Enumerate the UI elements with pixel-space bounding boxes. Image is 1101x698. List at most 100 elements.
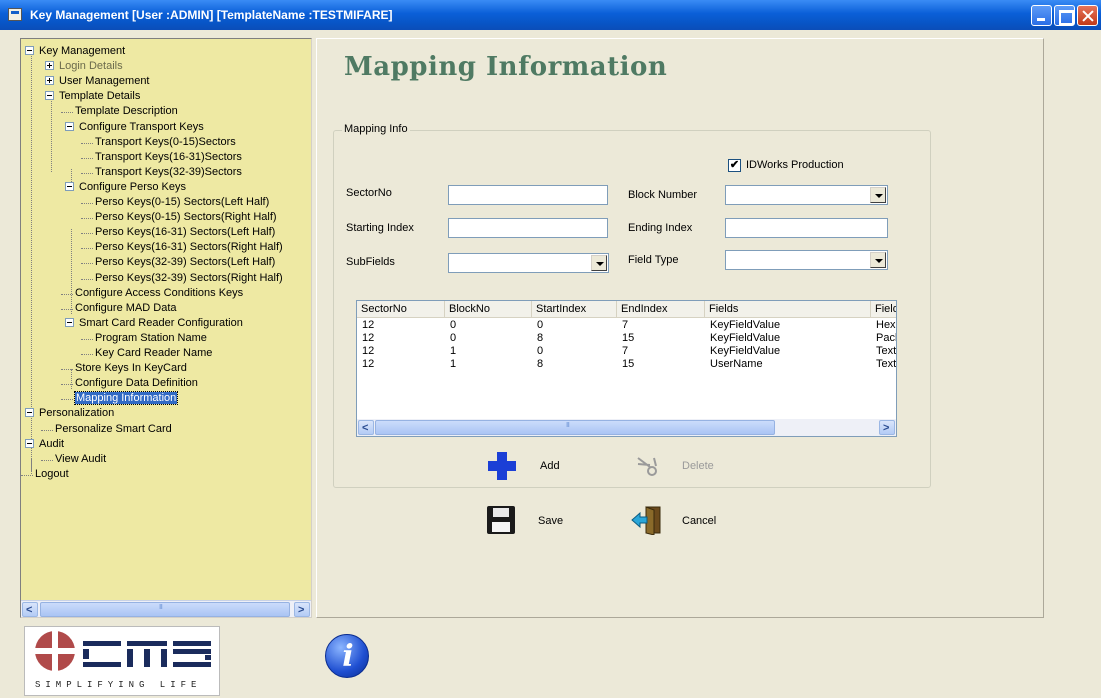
table-header: SectorNo BlockNo StartIndex EndIndex Fie… <box>357 301 896 318</box>
maximize-button[interactable] <box>1054 5 1075 26</box>
scroll-left-button[interactable]: < <box>358 420 374 435</box>
scroll-thumb[interactable] <box>40 602 290 617</box>
table-cell: Text <box>876 345 897 357</box>
tree-item[interactable]: Perso Keys(16-31) Sectors(Right Half) <box>95 240 283 255</box>
add-icon[interactable] <box>488 452 516 480</box>
collapse-minus-icon[interactable] <box>25 438 34 448</box>
tree-item[interactable]: Mapping Information <box>73 391 179 406</box>
column-header-startindex[interactable]: StartIndex <box>532 301 617 318</box>
tree-item[interactable]: Transport Keys(16-31)Sectors <box>95 150 242 165</box>
tree-item-label: Template Details <box>59 90 141 103</box>
tree-item[interactable]: Login Details <box>45 59 123 74</box>
column-header-blockno[interactable]: BlockNo <box>445 301 532 318</box>
tree-item[interactable]: Perso Keys(32-39) Sectors(Right Half) <box>95 271 283 286</box>
scroll-left-button[interactable]: < <box>22 602 38 617</box>
table-cell: 7 <box>622 319 629 331</box>
info-icon[interactable]: i <box>325 634 369 678</box>
navigation-tree[interactable]: Key Management Login Details User Manageme… <box>20 38 312 618</box>
cancel-button[interactable]: Cancel <box>682 515 716 527</box>
tree-item[interactable]: Logout <box>35 467 69 482</box>
table-row[interactable]: 12 1 0 7 KeyFieldValue Text <box>357 345 897 358</box>
cms-logo-mark <box>35 631 211 671</box>
idworks-production-label: IDWorks Production <box>746 159 844 171</box>
tree-item[interactable]: Store Keys In KeyCard <box>75 361 187 376</box>
tree-item[interactable]: View Audit <box>55 452 106 467</box>
column-header-endindex[interactable]: EndIndex <box>617 301 705 318</box>
table-horizontal-scrollbar[interactable]: < > <box>357 419 896 436</box>
collapse-minus-icon[interactable] <box>25 408 34 418</box>
tree-item[interactable]: Key Card Reader Name <box>95 346 212 361</box>
table-cell: KeyFieldValue <box>710 332 781 344</box>
tree-item[interactable]: Perso Keys(0-15) Sectors(Right Half) <box>95 210 277 225</box>
cancel-exit-door-icon[interactable] <box>630 505 664 535</box>
collapse-minus-icon[interactable] <box>65 181 74 191</box>
save-disk-icon[interactable] <box>487 506 515 534</box>
add-button[interactable]: Add <box>540 460 560 472</box>
mapping-table[interactable]: SectorNo BlockNo StartIndex EndIndex Fie… <box>356 300 897 437</box>
collapse-minus-icon[interactable] <box>25 46 34 55</box>
block-number-select[interactable] <box>725 185 888 205</box>
tree-item[interactable]: User Management <box>45 74 150 89</box>
scroll-thumb[interactable] <box>375 420 775 435</box>
delete-button[interactable]: Delete <box>682 460 714 472</box>
window-title: Key Management [User :ADMIN] [TemplateNa… <box>30 8 393 22</box>
table-cell: 15 <box>622 332 635 344</box>
table-row[interactable]: 12 0 8 15 KeyFieldValue Pack <box>357 332 896 345</box>
tree-connector <box>61 399 73 401</box>
table-cell: 1 <box>450 345 457 357</box>
expand-plus-icon[interactable] <box>45 61 54 71</box>
column-header-fields[interactable]: Fields <box>705 301 871 318</box>
window-title-bar[interactable]: Key Management [User :ADMIN] [TemplateNa… <box>0 0 1101 30</box>
tree-connector <box>81 248 93 250</box>
tree-item[interactable]: Perso Keys(0-15) Sectors(Left Half) <box>95 195 269 210</box>
table-row[interactable]: 12 0 0 7 KeyFieldValue Hex <box>357 319 896 332</box>
tree-item[interactable]: Personalize Smart Card <box>55 422 172 437</box>
tree-item[interactable]: Template Description <box>75 104 178 119</box>
tree-item[interactable]: Configure Access Conditions Keys <box>75 286 243 301</box>
tree-item[interactable]: Perso Keys(32-39) Sectors(Left Half) <box>95 255 275 270</box>
tree-item[interactable]: Audit <box>25 437 64 452</box>
table-row[interactable]: 12 1 8 15 UserName Text <box>357 358 896 371</box>
column-header-sectorno[interactable]: SectorNo <box>357 301 445 318</box>
chevron-down-icon[interactable] <box>870 187 886 203</box>
table-cell: 12 <box>362 358 375 370</box>
tree-connector <box>81 203 93 204</box>
tree-item[interactable]: Perso Keys(16-31) Sectors(Left Half) <box>95 225 275 240</box>
tree-item[interactable]: Configure MAD Data <box>75 301 177 316</box>
tree-horizontal-scrollbar[interactable]: < > <box>21 600 311 617</box>
scroll-right-button[interactable]: > <box>879 420 895 435</box>
field-type-select[interactable] <box>725 250 888 270</box>
tree-item-label: Transport Keys(0-15)Sectors <box>95 135 236 148</box>
tree-connector <box>81 233 93 235</box>
tree-item[interactable]: Transport Keys(0-15)Sectors <box>95 135 236 150</box>
tree-item[interactable]: Smart Card Reader Configuration <box>65 316 243 331</box>
collapse-minus-icon[interactable] <box>45 91 54 101</box>
tree-item[interactable]: Configure Perso Keys <box>65 180 186 195</box>
collapse-minus-icon[interactable] <box>65 121 74 131</box>
tree-item[interactable]: Configure Transport Keys <box>65 120 204 135</box>
expand-plus-icon[interactable] <box>45 76 54 86</box>
column-header-field[interactable]: Field <box>871 301 896 318</box>
tree-connector <box>61 112 73 114</box>
starting-index-input[interactable] <box>448 218 608 238</box>
sector-no-input[interactable] <box>448 185 608 205</box>
tree-item[interactable]: Configure Data Definition <box>75 376 198 391</box>
delete-scissors-icon[interactable] <box>636 454 664 476</box>
tree-connector <box>81 157 93 159</box>
idworks-production-checkbox[interactable]: ✔ <box>728 159 741 172</box>
save-button[interactable]: Save <box>538 515 563 527</box>
scroll-right-button[interactable]: > <box>294 602 310 617</box>
chevron-down-icon[interactable] <box>870 252 886 268</box>
collapse-minus-icon[interactable] <box>65 317 74 327</box>
tree-item[interactable]: Personalization <box>25 406 114 421</box>
tree-item[interactable]: Transport Keys(32-39)Sectors <box>95 165 242 180</box>
tree-item[interactable]: Template Details <box>45 89 140 104</box>
subfields-select[interactable] <box>448 253 609 273</box>
tree-item[interactable]: Program Station Name <box>95 331 207 346</box>
tree-item-label: Key Management <box>39 45 126 57</box>
close-button[interactable] <box>1077 5 1098 26</box>
tree-item[interactable]: Key Management <box>25 44 125 59</box>
ending-index-input[interactable] <box>725 218 888 238</box>
chevron-down-icon[interactable] <box>591 255 607 271</box>
minimize-button[interactable] <box>1031 5 1052 26</box>
